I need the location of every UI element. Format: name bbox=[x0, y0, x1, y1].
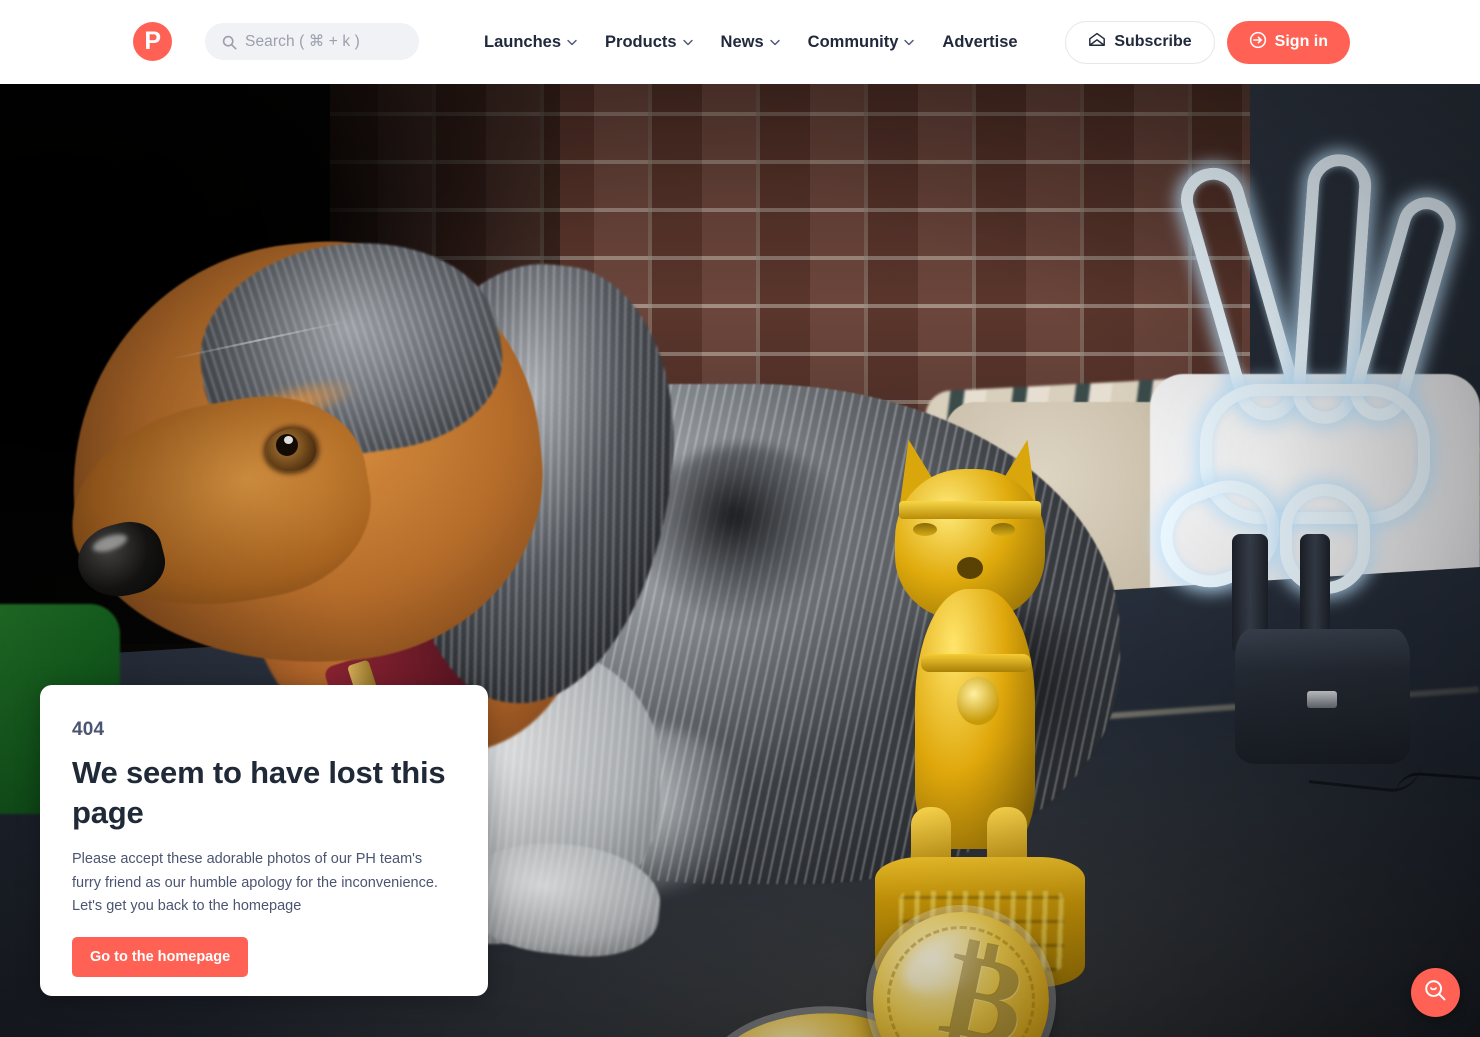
cat-mouth bbox=[957, 557, 983, 579]
nav-label: Advertise bbox=[942, 32, 1018, 51]
search-input[interactable]: Search ( ⌘ + k ) bbox=[205, 23, 419, 60]
search-icon bbox=[222, 35, 237, 50]
header-actions: Subscribe Sign in bbox=[1065, 0, 1350, 84]
search-smile-icon bbox=[1423, 978, 1448, 1008]
nav-item-community[interactable]: Community bbox=[794, 33, 929, 52]
cat-medallion bbox=[957, 677, 999, 725]
nav-item-products[interactable]: Products bbox=[591, 33, 707, 52]
cat-headband bbox=[899, 501, 1041, 519]
search-fab-button[interactable] bbox=[1411, 968, 1460, 1017]
error-code: 404 bbox=[72, 719, 105, 740]
page-root: P Search ( ⌘ + k ) Launches Products New… bbox=[0, 0, 1480, 1037]
sign-in-label: Sign in bbox=[1274, 33, 1328, 50]
cat-eye bbox=[913, 523, 937, 536]
subscribe-button[interactable]: Subscribe bbox=[1065, 20, 1215, 64]
nav-label: News bbox=[720, 32, 764, 51]
nav-item-news[interactable]: News bbox=[707, 33, 794, 52]
product-hunt-logo-icon[interactable]: P bbox=[133, 22, 172, 61]
error-description: Please accept these adorable photos of o… bbox=[72, 850, 438, 915]
page-title: We seem to have lost this page bbox=[72, 755, 446, 831]
sign-in-button[interactable]: Sign in bbox=[1226, 20, 1350, 64]
search-placeholder: Search ( ⌘ + k ) bbox=[245, 33, 360, 50]
sign-in-arrow-icon bbox=[1249, 31, 1267, 54]
neon-power-switch bbox=[1307, 691, 1337, 708]
chevron-down-icon bbox=[769, 39, 780, 46]
nav-label: Launches bbox=[484, 32, 562, 51]
chevron-down-icon bbox=[567, 39, 577, 46]
cat-collar bbox=[921, 654, 1031, 672]
site-header: P Search ( ⌘ + k ) Launches Products New… bbox=[0, 0, 1480, 84]
main-nav: Launches Products News Community Adverti… bbox=[470, 0, 1032, 84]
error-card: 404 We seem to have lost this page Pleas… bbox=[40, 685, 488, 996]
chevron-down-icon bbox=[904, 39, 915, 46]
nav-item-launches[interactable]: Launches bbox=[470, 33, 591, 52]
nav-label: Products bbox=[605, 32, 677, 51]
subscribe-label: Subscribe bbox=[1114, 33, 1192, 50]
cat-eye bbox=[991, 523, 1015, 536]
nav-item-advertise[interactable]: Advertise bbox=[928, 33, 1031, 52]
dog-eye-highlight bbox=[284, 436, 293, 444]
go-to-homepage-button[interactable]: Go to the homepage bbox=[72, 937, 249, 978]
envelope-open-icon bbox=[1088, 32, 1106, 52]
chevron-down-icon bbox=[682, 39, 693, 46]
nav-label: Community bbox=[807, 32, 899, 51]
